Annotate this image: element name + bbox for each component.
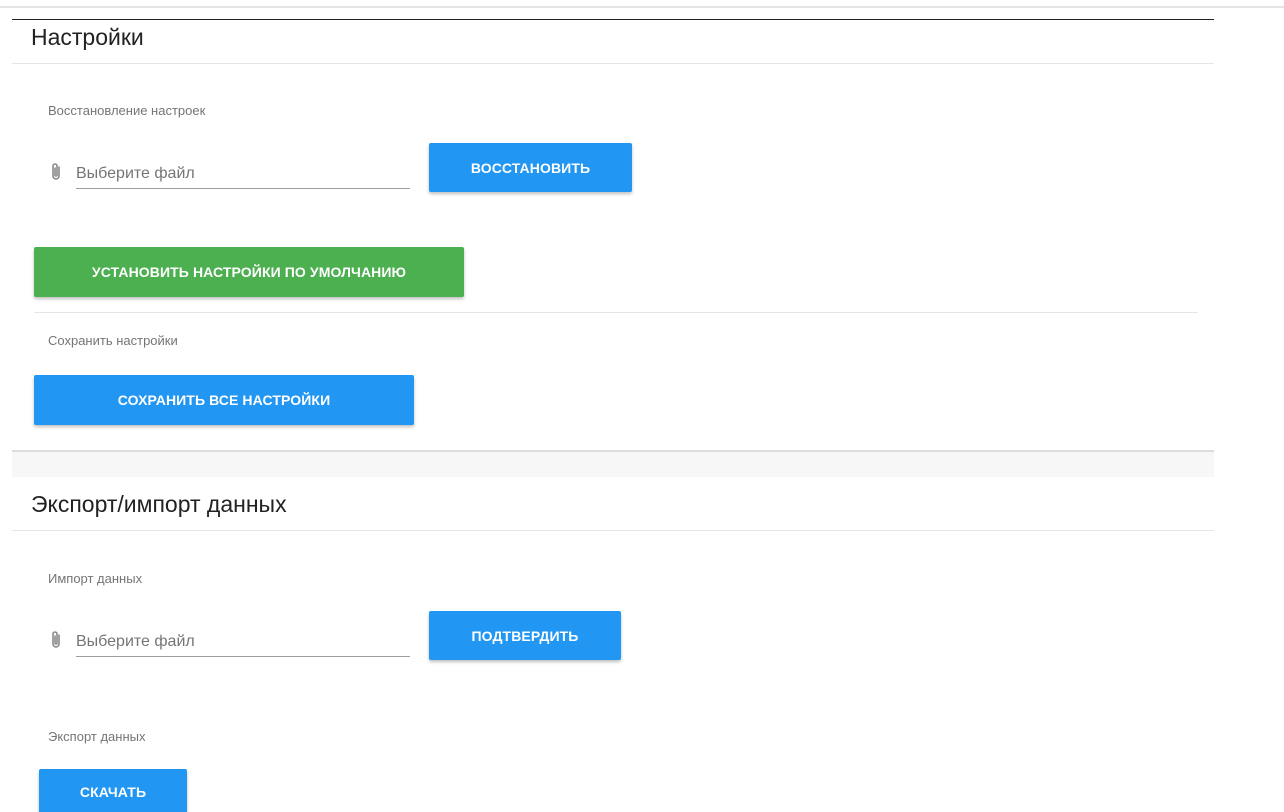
export-data-label: Экспорт данных (48, 729, 146, 744)
data-exchange-title-divider (12, 530, 1214, 531)
confirm-import-button[interactable]: ПОДТВЕРДИТЬ (429, 611, 621, 660)
data-exchange-title: Экспорт/импорт данных (31, 491, 287, 517)
paperclip-icon[interactable] (48, 162, 64, 182)
settings-title: Настройки (31, 24, 144, 50)
restore-button[interactable]: ВОССТАНОВИТЬ (429, 143, 632, 192)
paperclip-icon[interactable] (48, 630, 64, 650)
settings-title-divider (12, 63, 1214, 64)
import-file-text[interactable] (76, 630, 410, 654)
restore-settings-label: Восстановление настроек (48, 103, 206, 118)
restore-file-text[interactable] (76, 162, 410, 186)
save-settings-label: Сохранить настройки (48, 333, 178, 348)
save-all-settings-button[interactable]: СОХРАНИТЬ ВСЕ НАСТРОЙКИ (34, 375, 414, 425)
import-file-field[interactable] (76, 630, 410, 657)
page: Настройки Восстановление настроек ВОССТА… (0, 0, 1284, 812)
top-divider (0, 6, 1284, 8)
card-top-border (12, 19, 1214, 20)
restore-file-field[interactable] (76, 162, 410, 189)
import-data-label: Импорт данных (48, 571, 143, 586)
download-button[interactable]: СКАЧАТЬ (39, 769, 187, 812)
defaults-divider (34, 312, 1198, 313)
section-separator (12, 450, 1214, 477)
set-defaults-button[interactable]: УСТАНОВИТЬ НАСТРОЙКИ ПО УМОЛЧАНИЮ (34, 247, 464, 297)
